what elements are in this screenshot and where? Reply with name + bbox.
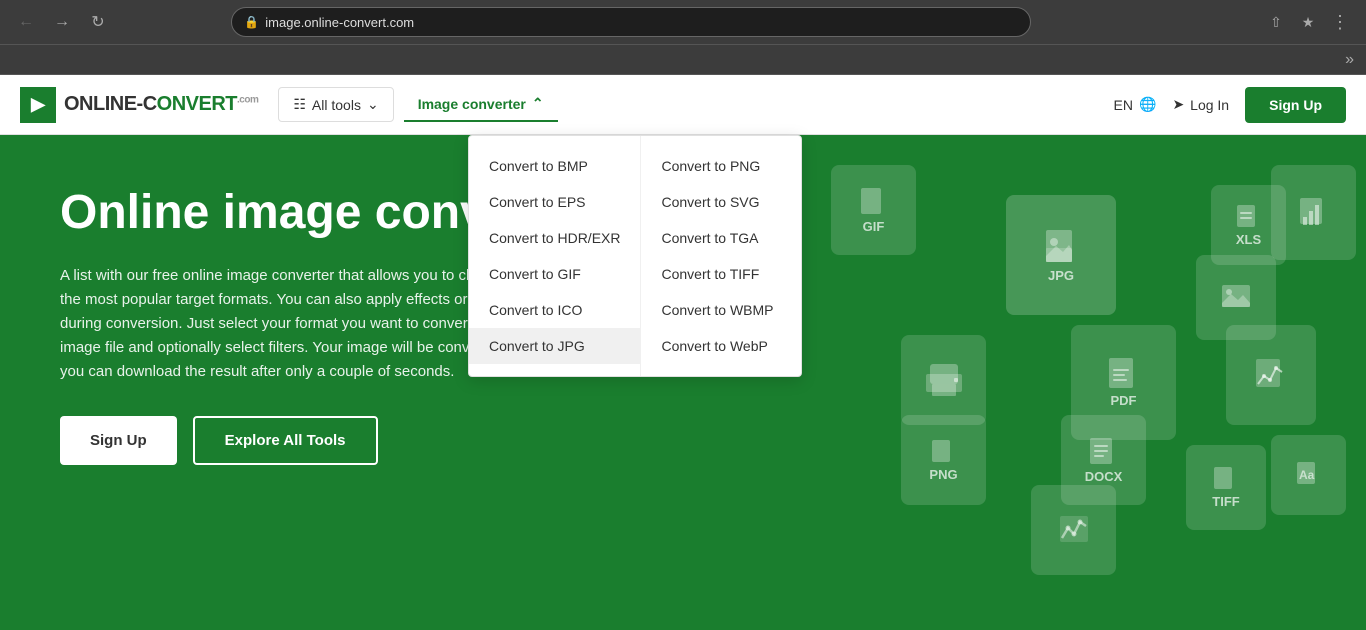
convert-png[interactable]: Convert to PNG: [641, 148, 801, 184]
convert-tga[interactable]: Convert to TGA: [641, 220, 801, 256]
convert-jpg[interactable]: Convert to JPG: [469, 328, 640, 364]
chevron-up-icon: ⌃: [532, 95, 544, 112]
image-converter-label: Image converter: [418, 96, 526, 112]
lock-icon: 🔒: [244, 15, 259, 29]
url-text: image.online-convert.com: [265, 15, 414, 30]
browser-actions: ⇧ ★ ⋮: [1262, 8, 1354, 36]
login-button[interactable]: ➤ Log In: [1172, 96, 1229, 113]
all-tools-button[interactable]: ☷ All tools ⌄: [278, 87, 393, 122]
logo-text: ONLINE-CONVERT.com: [64, 93, 258, 116]
browser-chrome: ← → ↻ 🔒 image.online-convert.com ⇧ ★ ⋮: [0, 0, 1366, 45]
signup-button[interactable]: Sign Up: [1245, 87, 1346, 123]
logo[interactable]: ▶ ONLINE-CONVERT.com: [20, 87, 258, 123]
convert-wbmp[interactable]: Convert to WBMP: [641, 292, 801, 328]
image-converter-dropdown: Convert to BMP Convert to EPS Convert to…: [468, 135, 802, 377]
png-file-icon: PNG: [901, 415, 986, 505]
login-icon: ➤: [1172, 96, 1184, 113]
image-converter-button[interactable]: Image converter ⌃: [404, 87, 558, 122]
grid-icon: ☷: [293, 96, 306, 113]
chart-file-icon: [1271, 165, 1356, 260]
tiff-file-icon: TIFF: [1186, 445, 1266, 530]
bookmarks-bar: »: [0, 45, 1366, 75]
all-tools-label: All tools: [312, 97, 361, 113]
svg-text:Aa: Aa: [1299, 468, 1315, 482]
reload-button[interactable]: ↻: [84, 8, 112, 36]
language-selector[interactable]: EN 🌐: [1114, 96, 1157, 113]
logo-com: .com: [237, 94, 258, 105]
navbar: ▶ ONLINE-CONVERT.com ☷ All tools ⌄ Image…: [0, 75, 1366, 135]
convert-tiff[interactable]: Convert to TIFF: [641, 256, 801, 292]
convert-hdr-exr[interactable]: Convert to HDR/EXR: [469, 220, 640, 256]
convert-eps[interactable]: Convert to EPS: [469, 184, 640, 220]
address-bar[interactable]: 🔒 image.online-convert.com: [231, 7, 1031, 37]
dropdown-col-2: Convert to PNG Convert to SVG Convert to…: [641, 136, 801, 376]
chevron-down-icon: ⌄: [367, 96, 379, 113]
hero-buttons: Sign Up Explore All Tools: [60, 416, 700, 465]
globe-icon: 🌐: [1139, 96, 1156, 113]
lang-label: EN: [1114, 97, 1133, 113]
bookmark-button[interactable]: ★: [1294, 8, 1322, 36]
convert-bmp[interactable]: Convert to BMP: [469, 148, 640, 184]
graph-file-icon: [1226, 325, 1316, 425]
convert-gif[interactable]: Convert to GIF: [469, 256, 640, 292]
browser-menu-button[interactable]: ⋮: [1326, 8, 1354, 36]
page-content: ▶ ONLINE-CONVERT.com ☷ All tools ⌄ Image…: [0, 75, 1366, 630]
hero-file-icons: JPG GIF PDF: [786, 135, 1366, 630]
bookmarks-end-chevron: »: [1345, 51, 1354, 69]
jpg-file-icon: JPG: [1006, 195, 1116, 315]
logo-icon: ▶: [20, 87, 56, 123]
convert-webp[interactable]: Convert to WebP: [641, 328, 801, 364]
nav-right: EN 🌐 ➤ Log In Sign Up: [1114, 87, 1346, 123]
bar-chart-icon: [1031, 485, 1116, 575]
printer-icon: [901, 335, 986, 425]
convert-ico[interactable]: Convert to ICO: [469, 292, 640, 328]
explore-all-tools-button[interactable]: Explore All Tools: [193, 416, 378, 465]
dropdown-col-1: Convert to BMP Convert to EPS Convert to…: [469, 136, 641, 376]
convert-svg[interactable]: Convert to SVG: [641, 184, 801, 220]
font-file-icon: Aa: [1271, 435, 1346, 515]
signup-label: Sign Up: [1269, 97, 1322, 113]
back-button[interactable]: ←: [12, 8, 40, 36]
gif-file-icon: GIF: [831, 165, 916, 255]
login-label: Log In: [1190, 97, 1229, 113]
share-button[interactable]: ⇧: [1262, 8, 1290, 36]
hero-signup-button[interactable]: Sign Up: [60, 416, 177, 465]
forward-button[interactable]: →: [48, 8, 76, 36]
logo-highlight: ONVERT: [157, 93, 237, 115]
